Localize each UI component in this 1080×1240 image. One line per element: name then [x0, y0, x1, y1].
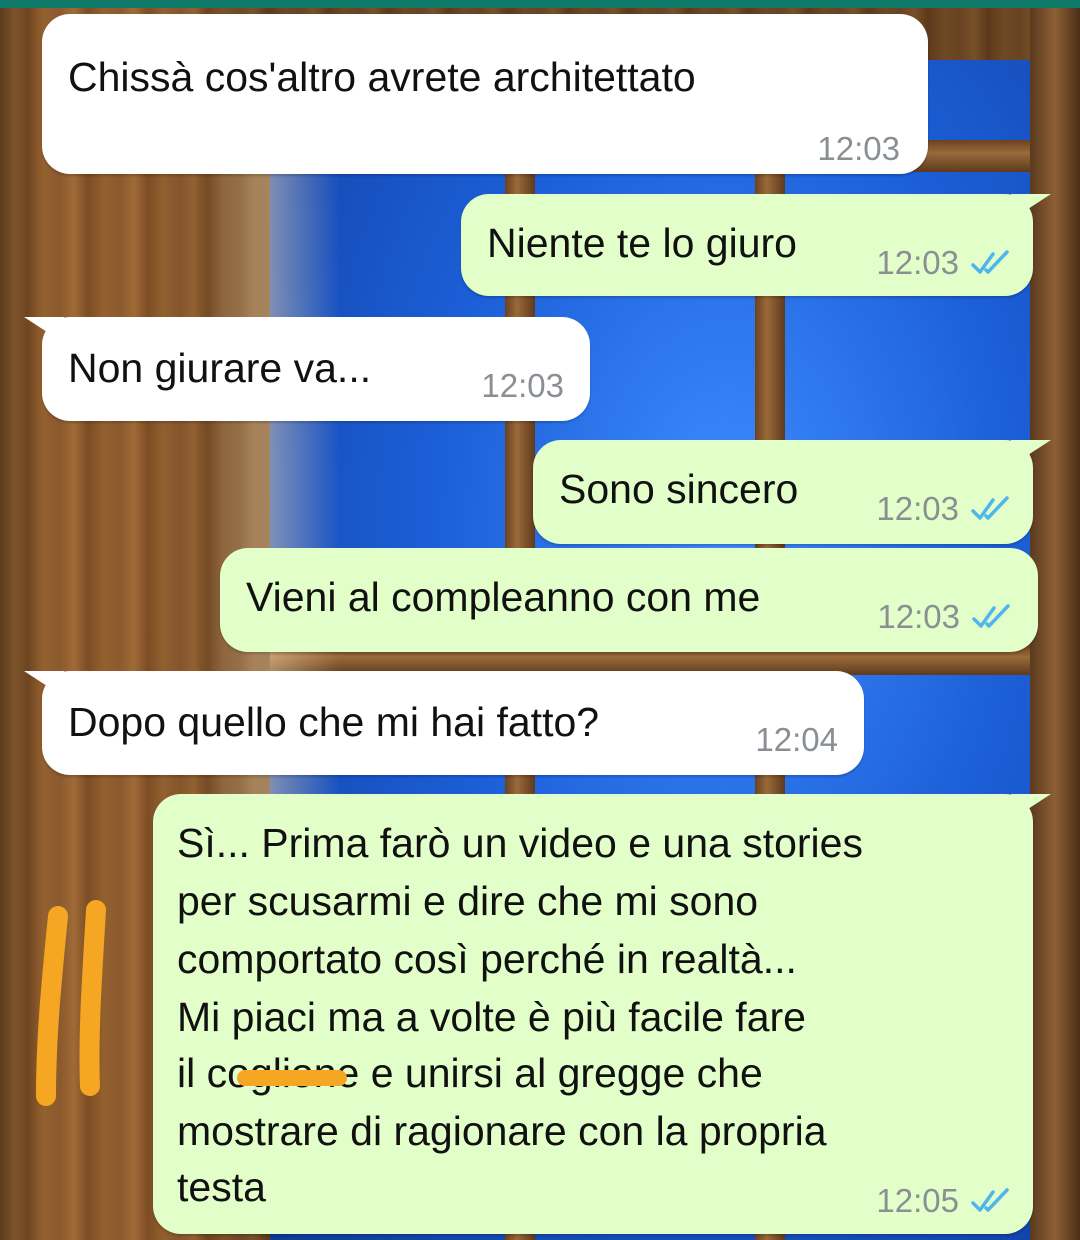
message-time: 12:05 [876, 1182, 959, 1219]
message-outgoing[interactable]: Vieni al compleanno con me 12:03 [220, 548, 1038, 652]
message-outgoing[interactable]: Niente te lo giuro 12:03 [461, 194, 1051, 296]
message-meta: 12:03 [876, 244, 1015, 282]
message-line: mostrare di ragionare con la propria [177, 1108, 827, 1154]
message-text: Niente te lo giuro [487, 220, 797, 266]
message-outgoing[interactable]: Sono sincero 12:03 [533, 440, 1051, 544]
chat-thread[interactable]: Chissà cos'altro avrete architettato 12:… [0, 0, 1080, 1240]
message-text: Non giurare va... [68, 345, 372, 391]
double-check-icon [971, 496, 1009, 520]
double-check-icon [971, 250, 1009, 274]
message-meta: 12:03 [877, 598, 1016, 636]
message-text: Sono sincero [559, 466, 799, 512]
message-time: 12:03 [877, 598, 960, 635]
double-check-icon [971, 1188, 1009, 1212]
message-meta: 12:03 [817, 130, 900, 168]
message-meta: 12:03 [481, 367, 564, 405]
message-time: 12:03 [876, 244, 959, 281]
message-text: Chissà cos'altro avrete architettato [68, 54, 696, 100]
message-meta: 12:04 [755, 721, 838, 759]
message-time: 12:04 [755, 721, 838, 758]
message-time: 12:03 [817, 130, 900, 167]
message-line: Mi piaci ma a volte è più facile fare [177, 994, 806, 1040]
message-meta: 12:05 [876, 1182, 1015, 1220]
message-meta: 12:03 [876, 490, 1015, 528]
message-outgoing[interactable]: Sì... Prima farò un video e una stories … [153, 794, 1051, 1234]
message-line: testa [177, 1164, 266, 1210]
message-line: Sì... Prima farò un video e una stories [177, 820, 863, 866]
message-incoming[interactable]: Chissà cos'altro avrete architettato 12:… [42, 14, 928, 174]
message-incoming[interactable]: Non giurare va... 12:03 [24, 317, 590, 421]
double-check-icon [972, 604, 1010, 628]
message-incoming[interactable]: Dopo quello che mi hai fatto? 12:04 [24, 671, 864, 775]
annotation-marks [36, 900, 106, 1106]
message-line: comportato così perché in realtà... [177, 936, 797, 982]
message-time: 12:03 [876, 490, 959, 527]
message-text: Dopo quello che mi hai fatto? [68, 699, 600, 745]
censor-mark [237, 1070, 347, 1086]
message-time: 12:03 [481, 367, 564, 404]
message-text: Vieni al compleanno con me [246, 574, 761, 620]
message-line: per scusarmi e dire che mi sono [177, 878, 759, 924]
